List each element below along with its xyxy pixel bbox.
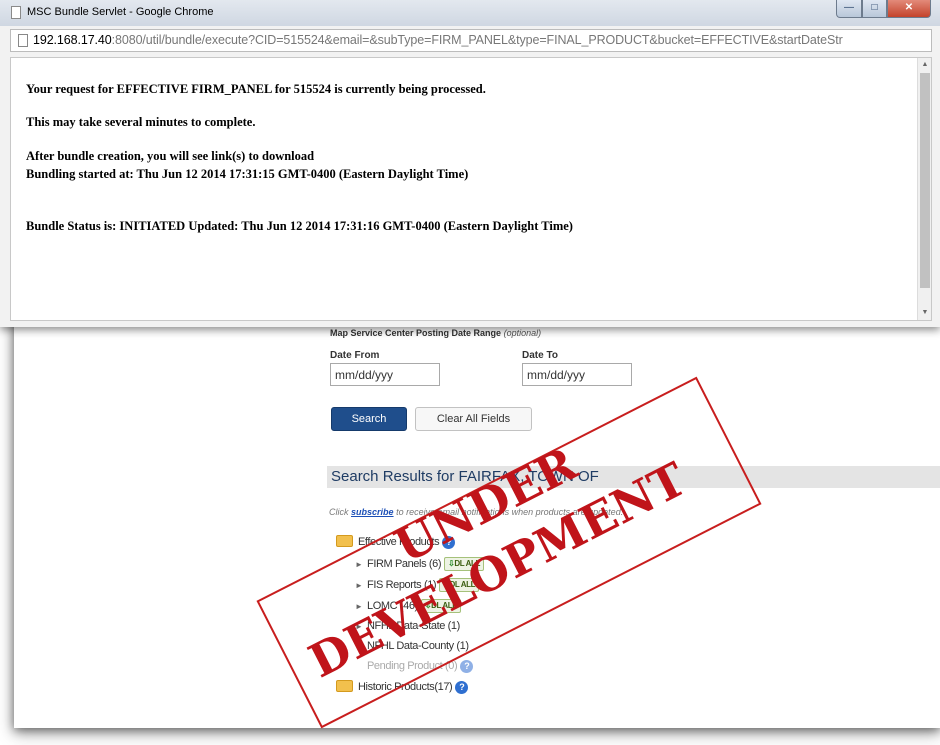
popup-content: Your request for EFFECTIVE FIRM_PANEL fo… bbox=[10, 57, 932, 321]
tree-item-label: NFHL Data-State bbox=[367, 620, 445, 632]
minimize-button[interactable]: — bbox=[836, 0, 862, 18]
date-range-label: Map Service Center Posting Date Range (o… bbox=[330, 328, 541, 338]
page-icon bbox=[11, 6, 21, 19]
subscribe-suffix: to receive email notifications when prod… bbox=[396, 507, 624, 517]
clear-all-fields-button[interactable]: Clear All Fields bbox=[415, 407, 532, 431]
effective-products-label: Effective Products bbox=[358, 536, 440, 548]
date-from-label: Date From bbox=[330, 350, 380, 361]
tree-item-fis-reports[interactable]: ► FIS Reports (1) ⇩DL ALL bbox=[355, 578, 480, 592]
url-host: 192.168.17.40 bbox=[33, 33, 112, 47]
address-bar[interactable]: 192.168.17.40:8080/util/bundle/execute?C… bbox=[10, 29, 932, 52]
subscribe-link[interactable]: subscribe bbox=[351, 507, 394, 517]
tree-item-pending-product: Pending Product (0)? bbox=[367, 660, 474, 673]
tree-item-count: (1) bbox=[447, 620, 461, 632]
help-icon[interactable]: ? bbox=[460, 660, 474, 673]
tree-item-nfhl-county[interactable]: NFHL Data-County (1) bbox=[367, 640, 469, 652]
download-all-button[interactable]: ⇩DL ALL bbox=[420, 599, 461, 613]
tree-effective-products[interactable]: Effective Products? bbox=[336, 535, 456, 549]
download-all-button[interactable]: ⇩DL ALL bbox=[439, 578, 480, 592]
tree-item-count: (46) bbox=[399, 600, 418, 612]
historic-products-count: (17) bbox=[434, 681, 453, 693]
date-range-label-text: Map Service Center Posting Date Range bbox=[330, 328, 502, 338]
scroll-thumb[interactable] bbox=[920, 73, 930, 288]
folder-open-icon bbox=[336, 535, 353, 547]
message-bundle-status: Bundle Status is: INITIATED Updated: Thu… bbox=[26, 219, 573, 233]
close-button[interactable]: ✕ bbox=[887, 0, 931, 18]
tree-item-label: FIS Reports bbox=[367, 579, 422, 591]
message-started-at: Bundling started at: Thu Jun 12 2014 17:… bbox=[26, 167, 469, 181]
window-titlebar[interactable]: MSC Bundle Servlet - Google Chrome — □ ✕ bbox=[0, 0, 940, 26]
scroll-down-icon[interactable]: ▼ bbox=[918, 306, 931, 320]
historic-products-label: Historic Products bbox=[358, 681, 435, 693]
tree-item-count: (0) bbox=[445, 660, 458, 672]
message-wait: This may take several minutes to complet… bbox=[26, 115, 256, 129]
download-all-label: DL ALL bbox=[431, 601, 457, 610]
popup-window: MSC Bundle Servlet - Google Chrome — □ ✕… bbox=[0, 0, 940, 327]
tree-item-label: Pending Product bbox=[367, 660, 443, 672]
scroll-up-icon[interactable]: ▲ bbox=[918, 58, 931, 72]
expand-caret-icon[interactable]: ► bbox=[355, 602, 367, 611]
tree-item-label: FIRM Panels bbox=[367, 558, 427, 570]
tree-item-nfhl-state[interactable]: ► NFHL Data-State (1) bbox=[355, 620, 460, 632]
download-all-label: DL ALL bbox=[454, 559, 481, 568]
date-range-optional: (optional) bbox=[503, 328, 542, 338]
expand-caret-icon[interactable]: ► bbox=[355, 622, 367, 631]
date-to-label: Date To bbox=[522, 350, 558, 361]
message-processing: Your request for EFFECTIVE FIRM_PANEL fo… bbox=[26, 82, 486, 96]
maximize-button[interactable]: □ bbox=[862, 0, 887, 18]
subscribe-prefix: Click bbox=[329, 507, 349, 517]
folder-icon bbox=[336, 680, 353, 692]
document-icon bbox=[18, 34, 28, 47]
tree-item-count: (1) bbox=[456, 640, 469, 652]
tree-item-lomc[interactable]: ► LOMC (46) ⇩DL ALL bbox=[355, 599, 461, 613]
window-title: MSC Bundle Servlet - Google Chrome bbox=[27, 6, 214, 18]
tree-item-label: LOMC bbox=[367, 600, 398, 612]
tree-item-count: (6) bbox=[428, 558, 442, 570]
tree-item-label: NFHL Data-County bbox=[367, 640, 454, 652]
expand-caret-icon[interactable]: ► bbox=[355, 581, 367, 590]
tree-item-count: (1) bbox=[423, 579, 437, 591]
help-icon[interactable]: ? bbox=[455, 681, 469, 694]
tree-item-firm-panels[interactable]: ► FIRM Panels (6) ⇩DL ALL bbox=[355, 557, 485, 571]
address-url[interactable]: 192.168.17.40:8080/util/bundle/execute?C… bbox=[33, 33, 843, 47]
download-all-label: DL ALL bbox=[449, 580, 476, 589]
search-results-header: Search Results for FAIRFAX, TOWN OF bbox=[327, 466, 940, 488]
message-link-info: After bundle creation, you will see link… bbox=[26, 149, 315, 163]
expand-caret-icon[interactable]: ► bbox=[355, 560, 367, 569]
help-icon[interactable]: ? bbox=[442, 536, 456, 549]
tree-historic-products[interactable]: Historic Products(17)? bbox=[336, 680, 469, 694]
download-all-button[interactable]: ⇩DL ALL bbox=[444, 557, 485, 571]
subscribe-notice: Click subscribe to receive email notific… bbox=[329, 507, 623, 517]
date-to-input[interactable] bbox=[522, 363, 632, 386]
search-button[interactable]: Search bbox=[331, 407, 407, 431]
url-path: :8080/util/bundle/execute?CID=515524&ema… bbox=[111, 33, 843, 47]
vertical-scrollbar[interactable]: ▲ ▼ bbox=[917, 58, 931, 320]
date-from-input[interactable] bbox=[330, 363, 440, 386]
